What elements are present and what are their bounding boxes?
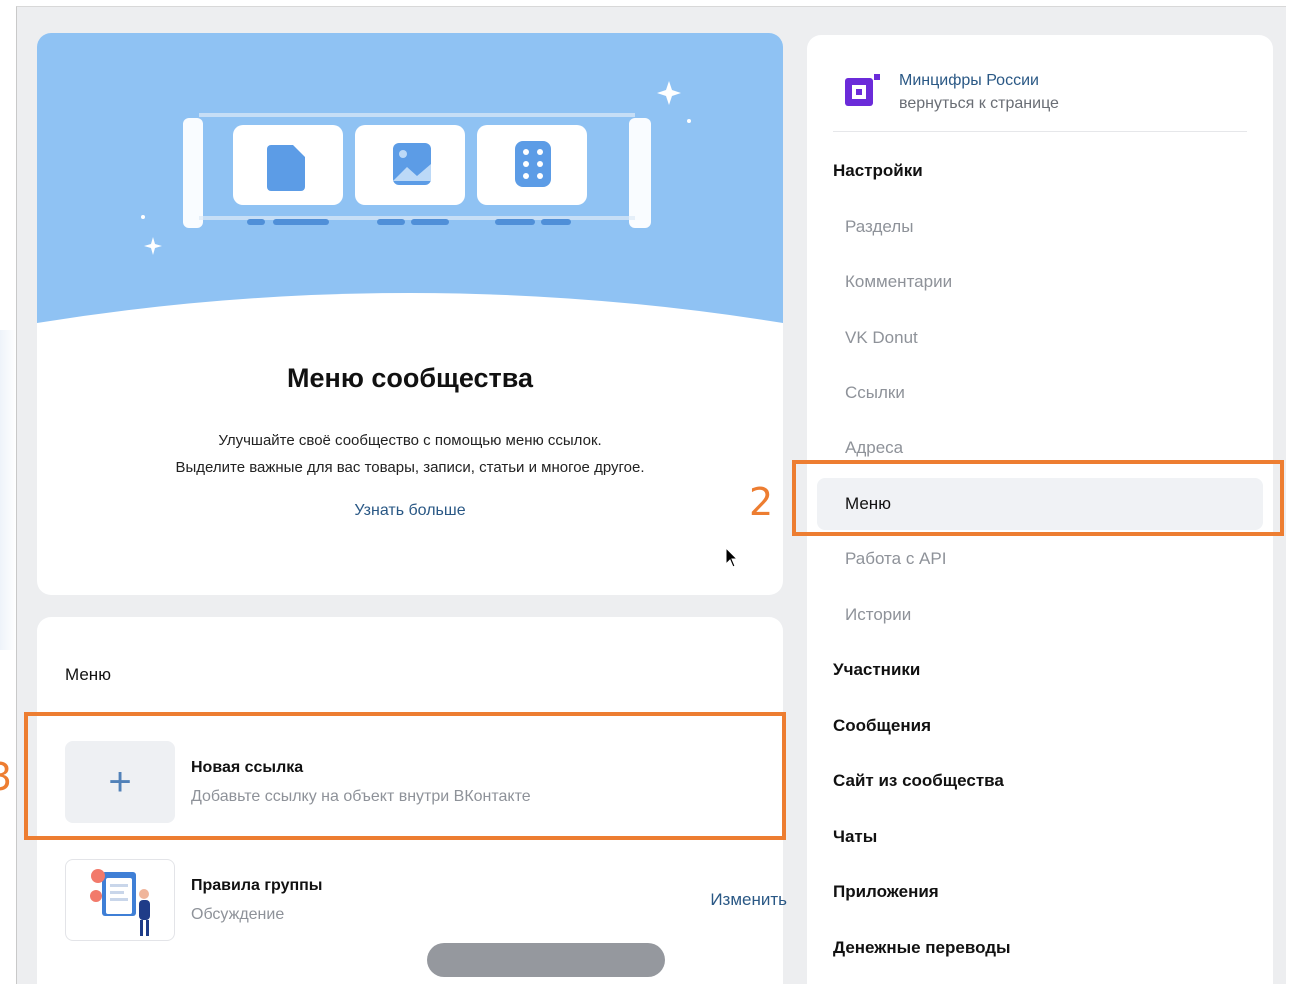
- edit-link[interactable]: Изменить: [710, 890, 787, 910]
- community-menu-hero-card: Меню сообщества Улучшайте своё сообществ…: [37, 33, 783, 595]
- menu-illustration-icon: [37, 81, 783, 333]
- nav-vk-donut[interactable]: VK Donut: [817, 312, 1263, 364]
- group-rules-row[interactable]: Правила группы Обсуждение Изменить: [65, 859, 787, 945]
- nav-api[interactable]: Работа с API: [817, 533, 1263, 585]
- nav-settings[interactable]: Настройки: [817, 145, 1263, 197]
- rules-cover-icon: [65, 859, 175, 941]
- nav-members[interactable]: Участники: [817, 644, 1263, 696]
- learn-more-link[interactable]: Узнать больше: [37, 502, 783, 520]
- annotation-number: 3: [0, 755, 13, 799]
- nav-messages[interactable]: Сообщения: [817, 700, 1263, 752]
- nav-links[interactable]: Ссылки: [817, 367, 1263, 419]
- scroll-tooltip-pill: [427, 943, 665, 977]
- left-edge-tint: [0, 330, 16, 650]
- community-header[interactable]: Минцифры России вернуться к странице: [843, 70, 1243, 120]
- nav-money-transfers[interactable]: Денежные переводы: [817, 922, 1263, 974]
- menu-section-title: Меню: [65, 665, 111, 684]
- hero-banner-illustration: [37, 33, 783, 333]
- community-name-link[interactable]: Минцифры России: [899, 72, 1039, 90]
- hero-description: Улучшайте своё сообщество с помощью меню…: [37, 427, 783, 481]
- hero-description-line: Выделите важные для вас товары, записи, …: [175, 459, 645, 476]
- community-logo-icon: [843, 70, 883, 110]
- nav-stories[interactable]: Истории: [817, 589, 1263, 641]
- hero-description-line: Улучшайте своё сообщество с помощью меню…: [218, 432, 602, 449]
- annotation-box-nav-menu: [792, 460, 1284, 536]
- nav-apps[interactable]: Приложения: [817, 866, 1263, 918]
- row-title: Правила группы: [191, 877, 323, 894]
- mouse-cursor-icon: [725, 546, 739, 574]
- nav-comments[interactable]: Комментарии: [817, 256, 1263, 308]
- hero-title: Меню сообщества: [287, 363, 533, 393]
- nav-sections[interactable]: Разделы: [817, 201, 1263, 253]
- annotation-number: 2: [749, 480, 774, 524]
- back-to-page-link[interactable]: вернуться к странице: [899, 95, 1059, 113]
- row-subtitle: Обсуждение: [191, 906, 285, 923]
- nav-chats[interactable]: Чаты: [817, 811, 1263, 863]
- nav-community-site[interactable]: Сайт из сообщества: [817, 755, 1263, 807]
- annotation-box-new-link: [24, 712, 786, 840]
- divider: [833, 131, 1247, 132]
